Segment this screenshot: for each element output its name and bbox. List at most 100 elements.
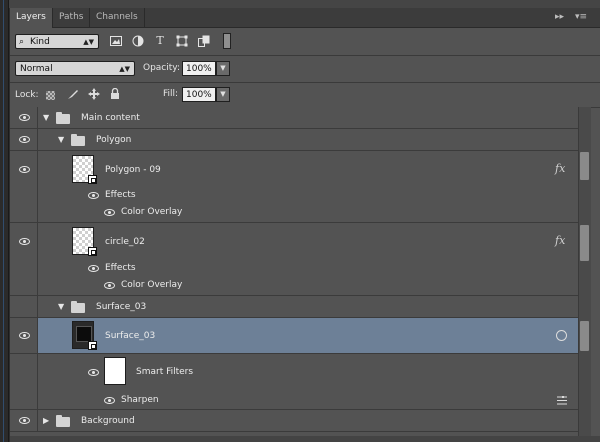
chevron-updown-icon: ▲▼ bbox=[83, 38, 94, 46]
smart-object-badge-icon bbox=[88, 175, 97, 184]
expand-triangle-icon[interactable]: ▼ bbox=[58, 135, 64, 144]
collapsed-triangle-icon[interactable]: ▶ bbox=[43, 416, 49, 425]
layer-surface-03[interactable]: Surface_03 bbox=[10, 318, 578, 354]
layers-panel: Layers Paths Channels ▸▸ ▾≡ ⌕ Kind ▲▼ T … bbox=[9, 8, 600, 442]
lock-all-icon[interactable] bbox=[108, 87, 122, 102]
panel-menu-icon[interactable]: ▾≡ bbox=[575, 8, 587, 27]
opacity-input[interactable]: 100% bbox=[182, 61, 216, 76]
smart-filter-mask-thumbnail[interactable] bbox=[104, 357, 126, 385]
filter-kind-dropdown[interactable]: ⌕ Kind ▲▼ bbox=[15, 34, 99, 49]
fx-icon[interactable]: fx bbox=[555, 162, 565, 175]
visibility-cell bbox=[10, 223, 38, 295]
eye-icon[interactable] bbox=[19, 166, 30, 173]
layer-list-scrollbar[interactable] bbox=[578, 107, 591, 442]
scroll-thumb[interactable] bbox=[580, 225, 589, 261]
layer-polygon-09[interactable]: Polygon - 09 fx Effects Color Overlay bbox=[10, 151, 578, 223]
effects-label: Effects bbox=[105, 190, 136, 200]
filter-kind-label: Kind bbox=[30, 37, 50, 47]
layer-name: Polygon bbox=[96, 135, 132, 145]
scroll-thumb[interactable] bbox=[580, 152, 589, 180]
fill-slider-button[interactable]: ▼ bbox=[216, 87, 230, 102]
eye-icon[interactable] bbox=[19, 417, 30, 424]
visibility-cell bbox=[10, 129, 38, 150]
layer-name: Background bbox=[81, 416, 135, 426]
eye-icon[interactable] bbox=[19, 136, 30, 143]
panel-tab-bar: Layers Paths Channels ▸▸ ▾≡ bbox=[10, 8, 600, 28]
lock-transparent-icon[interactable] bbox=[46, 91, 55, 100]
expand-triangle-icon[interactable]: ▼ bbox=[43, 113, 49, 122]
visibility-cell bbox=[10, 391, 38, 409]
lock-image-icon[interactable] bbox=[66, 88, 80, 102]
chevron-updown-icon: ▲▼ bbox=[119, 65, 130, 73]
smart-object-badge-icon bbox=[88, 341, 97, 350]
smart-filter-indicator-icon bbox=[556, 330, 567, 341]
folder-icon bbox=[71, 301, 85, 313]
pixel-filter-icon[interactable] bbox=[109, 34, 123, 48]
opacity-slider-button[interactable]: ▼ bbox=[216, 61, 230, 76]
folder-icon bbox=[71, 134, 85, 146]
fill-input[interactable]: 100% bbox=[182, 87, 216, 102]
visibility-cell bbox=[10, 107, 38, 128]
eye-icon[interactable] bbox=[104, 282, 115, 289]
layer-name: circle_02 bbox=[105, 237, 145, 247]
visibility-cell bbox=[10, 410, 38, 431]
opacity-label: Opacity: bbox=[143, 63, 180, 73]
smart-filters-label: Smart Filters bbox=[136, 367, 194, 377]
expand-triangle-icon[interactable]: ▼ bbox=[58, 302, 64, 311]
panel-bottom-edge bbox=[10, 436, 600, 442]
layer-group-surface-03[interactable]: ▼ Surface_03 bbox=[10, 296, 578, 318]
lock-position-icon[interactable] bbox=[87, 88, 101, 102]
filter-name: Sharpen bbox=[121, 395, 159, 405]
tab-paths[interactable]: Paths bbox=[53, 8, 91, 27]
visibility-cell bbox=[10, 318, 38, 353]
folder-icon bbox=[56, 112, 70, 124]
smart-object-filter-icon[interactable] bbox=[197, 34, 211, 48]
effects-label: Effects bbox=[105, 263, 136, 273]
blend-row: Normal ▲▼ Opacity: 100% ▼ bbox=[10, 56, 600, 83]
blend-mode-value: Normal bbox=[20, 64, 53, 74]
layer-group-background[interactable]: ▶ Background bbox=[10, 410, 578, 432]
visibility-cell bbox=[10, 151, 38, 222]
layer-name: Main content bbox=[81, 113, 140, 123]
collapse-panel-icon[interactable]: ▸▸ bbox=[555, 8, 564, 27]
effect-color-overlay: Color Overlay bbox=[121, 207, 183, 217]
fx-icon[interactable]: fx bbox=[555, 234, 565, 247]
filter-sharpen-row[interactable]: Sharpen bbox=[10, 391, 578, 410]
layer-name: Surface_03 bbox=[105, 331, 156, 341]
visibility-cell bbox=[10, 354, 38, 391]
fill-label: Fill: bbox=[163, 89, 179, 99]
layer-group-polygon[interactable]: ▼ Polygon bbox=[10, 129, 578, 151]
eye-icon[interactable] bbox=[19, 238, 30, 245]
eye-icon[interactable] bbox=[88, 192, 99, 199]
effect-color-overlay: Color Overlay bbox=[121, 280, 183, 290]
folder-icon bbox=[56, 415, 70, 427]
type-filter-icon[interactable]: T bbox=[153, 34, 167, 48]
layer-circle-02[interactable]: circle_02 fx Effects Color Overlay bbox=[10, 223, 578, 296]
filter-blending-options-icon[interactable] bbox=[557, 396, 567, 405]
tab-channels[interactable]: Channels bbox=[90, 8, 145, 27]
eye-icon[interactable] bbox=[19, 114, 30, 121]
eye-icon[interactable] bbox=[88, 265, 99, 272]
lock-row: Lock: Fill: 100% ▼ bbox=[10, 83, 600, 108]
lock-label: Lock: bbox=[15, 90, 39, 100]
tab-layers[interactable]: Layers bbox=[10, 8, 53, 28]
eye-icon[interactable] bbox=[19, 332, 30, 339]
eye-icon[interactable] bbox=[104, 209, 115, 216]
canvas-edge bbox=[0, 0, 9, 442]
blend-mode-dropdown[interactable]: Normal ▲▼ bbox=[15, 61, 135, 76]
eye-icon[interactable] bbox=[88, 369, 99, 376]
shape-filter-icon[interactable] bbox=[175, 34, 189, 48]
adjustment-filter-icon[interactable] bbox=[131, 34, 145, 48]
layer-list: ▼ Main content ▼ Polygon Polygon - 09 fx… bbox=[10, 107, 578, 442]
layer-name: Surface_03 bbox=[96, 302, 147, 312]
eye-icon[interactable] bbox=[104, 397, 115, 404]
smart-object-badge-icon bbox=[88, 247, 97, 256]
search-icon: ⌕ bbox=[19, 37, 25, 47]
filter-toggle-icon[interactable] bbox=[223, 33, 231, 49]
scroll-thumb[interactable] bbox=[580, 321, 589, 351]
filter-row: ⌕ Kind ▲▼ T bbox=[10, 28, 600, 56]
smart-filters-row[interactable]: Smart Filters bbox=[10, 354, 578, 391]
visibility-cell bbox=[10, 296, 38, 317]
layer-name: Polygon - 09 bbox=[105, 165, 161, 175]
layer-group-main-content[interactable]: ▼ Main content bbox=[10, 107, 578, 129]
